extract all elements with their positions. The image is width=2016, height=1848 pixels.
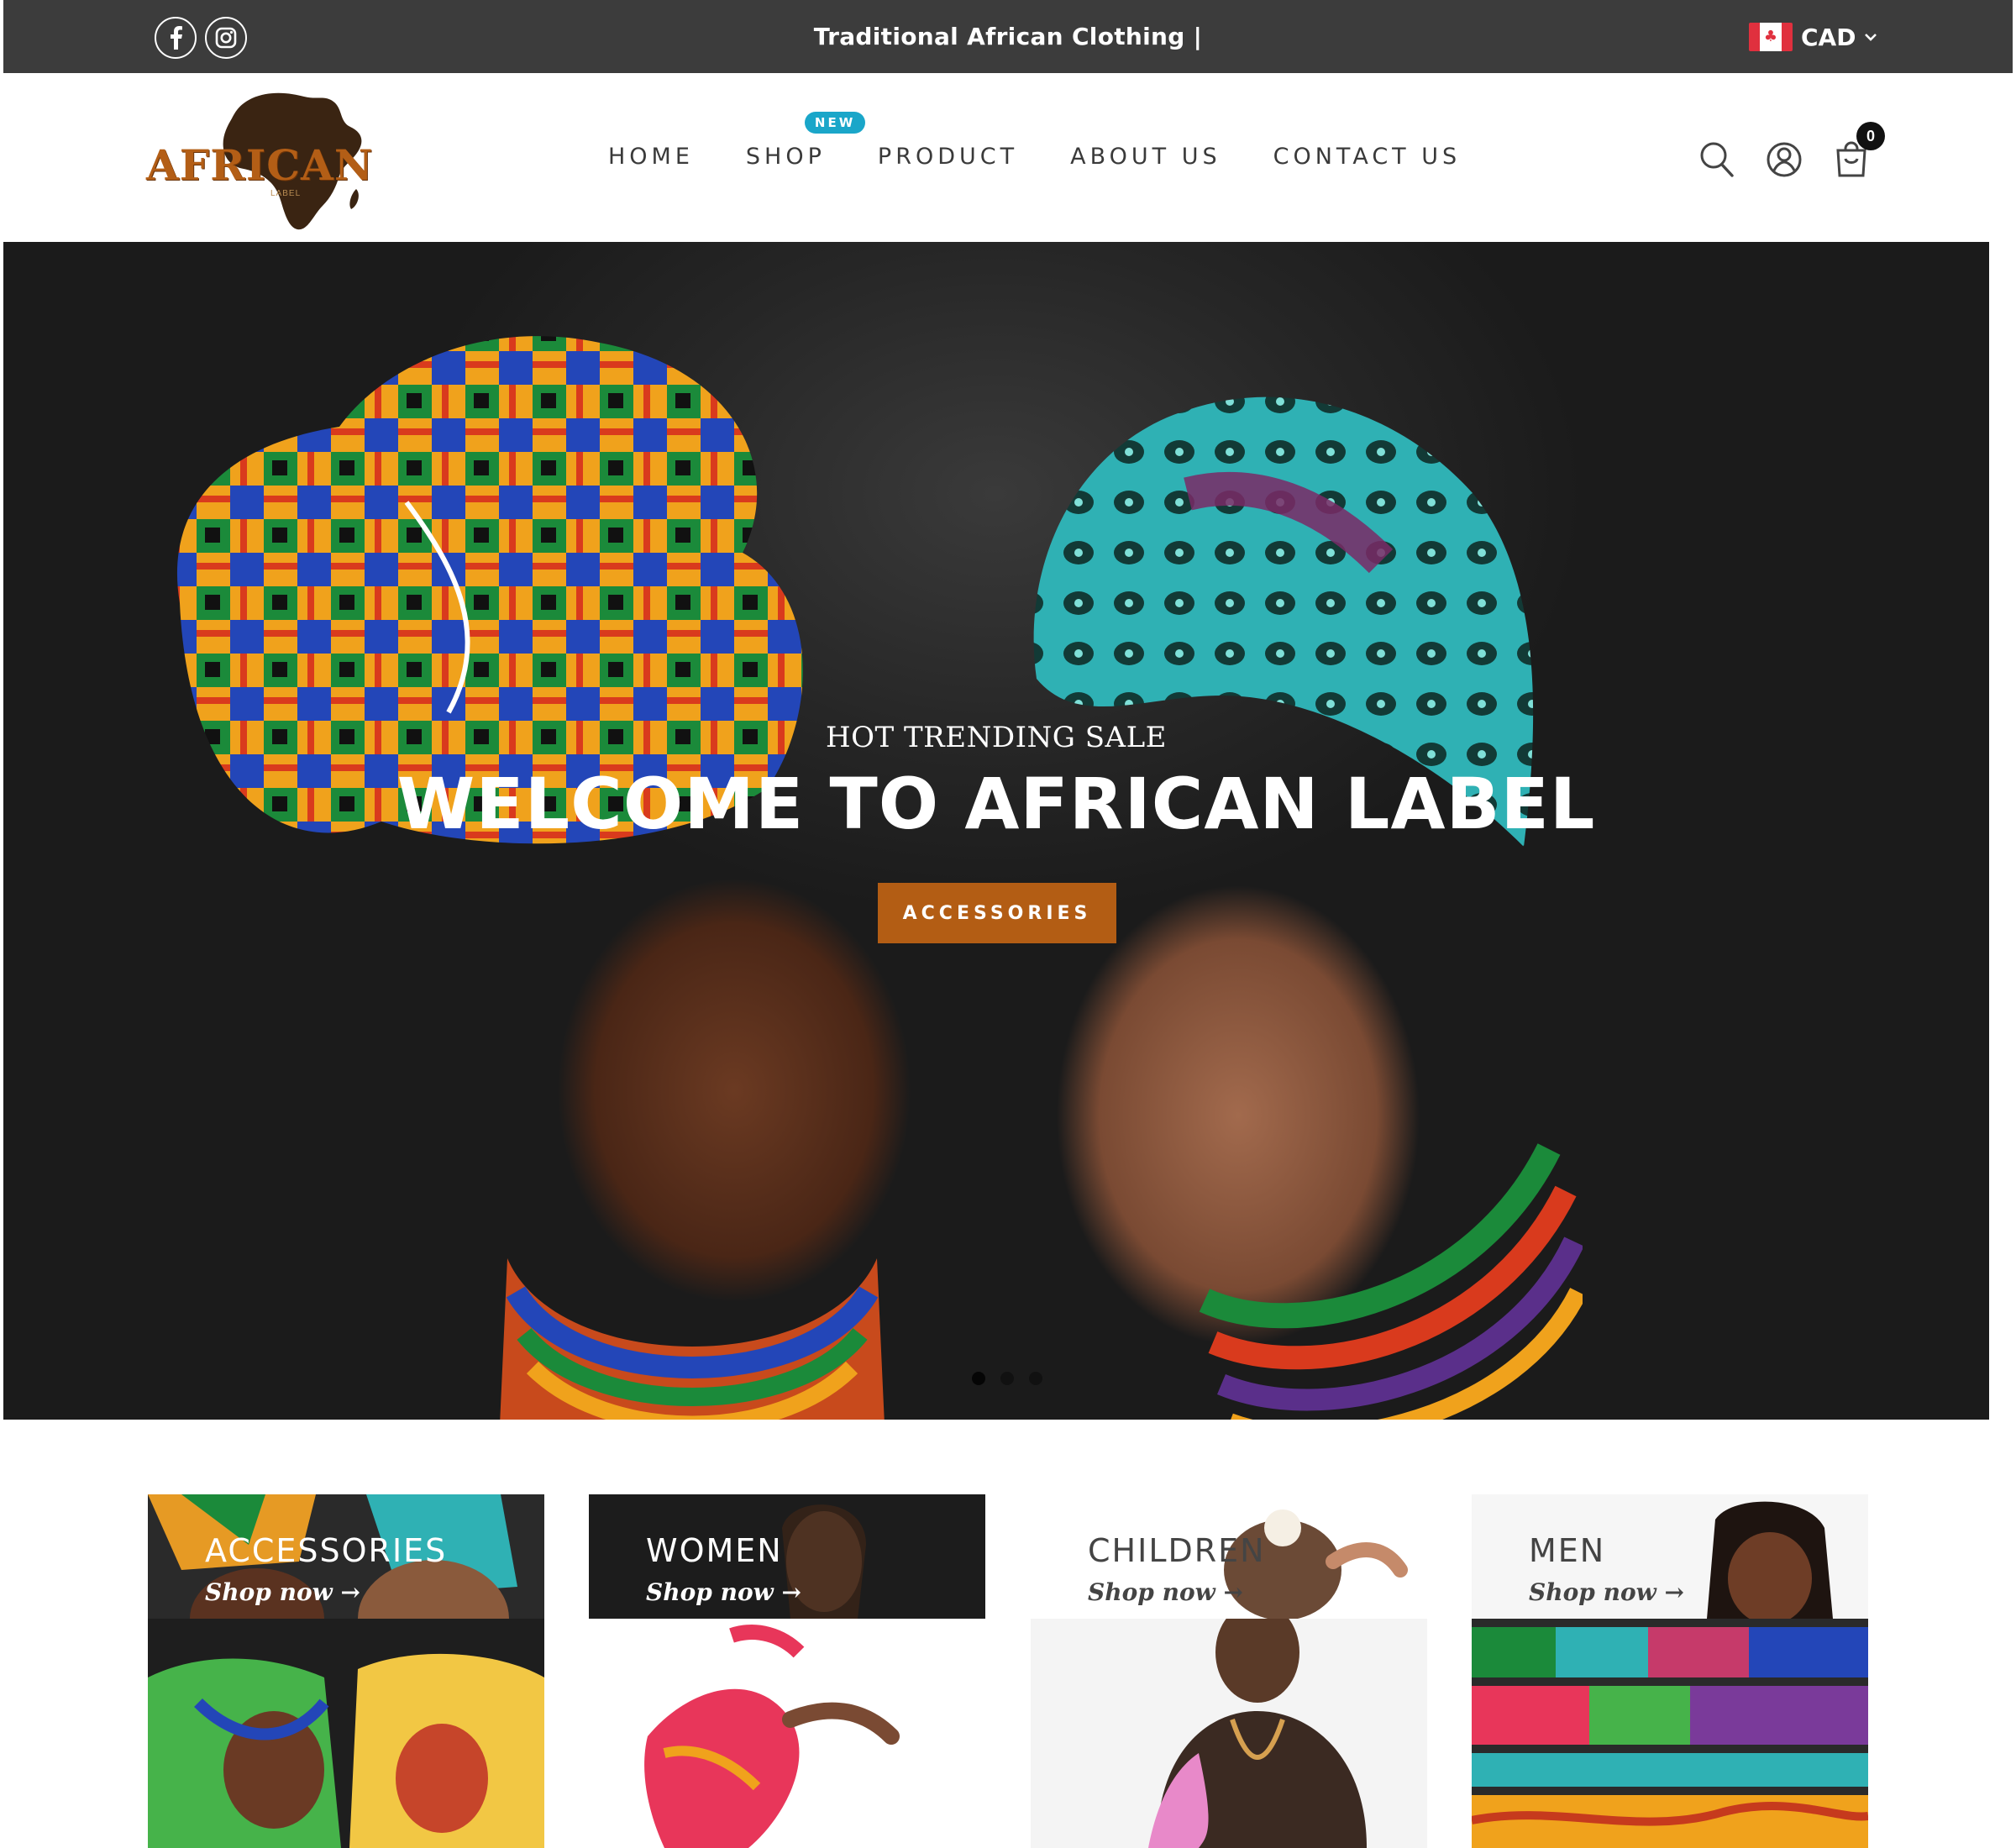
hero-title: WELCOME TO AFRICAN LABEL (396, 763, 1596, 845)
top-bar: Traditional African Clothing | ♣ CAD (3, 0, 2013, 73)
nav-shop-label: SHOP (745, 144, 826, 170)
account-icon[interactable] (1766, 140, 1803, 179)
shop-now-link[interactable]: Shop now → (1088, 1578, 1243, 1606)
nav-contact-us[interactable]: CONTACT US (1273, 144, 1462, 170)
slider-dot[interactable] (972, 1372, 985, 1385)
main-nav: HOME SHOP NEW PRODUCT ABOUT US CONTACT U… (608, 112, 1513, 170)
accessories-models-image (148, 1619, 544, 1848)
header-icons: 0 (1698, 122, 1885, 179)
new-badge: NEW (804, 112, 866, 134)
hero-subtitle: HOT TRENDING SALE (825, 721, 1167, 754)
hero-accessories-button[interactable]: ACCESSORIES (878, 883, 1116, 943)
cart-icon[interactable]: 0 (1833, 122, 1885, 179)
site-header: AFRICAN LABEL HOME SHOP NEW PRODUCT ABOU… (0, 73, 2016, 242)
nav-home[interactable]: HOME (608, 144, 694, 170)
logo-wordmark: AFRICAN (146, 140, 374, 190)
beaded-necklace-left-image (500, 1258, 885, 1420)
category-title: MEN (1529, 1532, 1606, 1569)
category-title: WOMEN (646, 1532, 783, 1569)
category-grid: ACCESSORIES Shop now → WOMEN Shop now → (148, 1494, 1868, 1848)
category-title: ACCESSORIES (205, 1532, 448, 1569)
chevron-down-icon (1865, 34, 1877, 41)
canada-flag-icon: ♣ (1749, 23, 1793, 51)
announcement-text: Traditional African Clothing | (813, 23, 1203, 50)
category-card-men[interactable]: MEN Shop now → (1472, 1494, 1868, 1848)
slider-dot[interactable] (1000, 1372, 1014, 1385)
men-fabrics-image (1472, 1619, 1868, 1848)
hero-slider[interactable]: HOT TRENDING SALE WELCOME TO AFRICAN LAB… (3, 242, 1989, 1420)
category-card-children[interactable]: CHILDREN Shop now → (1031, 1494, 1427, 1848)
children-model-image (1031, 1619, 1427, 1848)
search-icon[interactable] (1698, 140, 1735, 179)
logo-subtext: LABEL (270, 189, 302, 198)
currency-label: CAD (1801, 23, 1856, 51)
nav-about-us[interactable]: ABOUT US (1070, 144, 1221, 170)
category-card-accessories[interactable]: ACCESSORIES Shop now → (148, 1494, 544, 1848)
slider-dots (972, 1372, 1042, 1385)
cart-count-badge: 0 (1856, 122, 1885, 150)
nav-shop[interactable]: SHOP NEW (745, 112, 866, 170)
women-dancer-image (589, 1619, 985, 1848)
shop-now-link[interactable]: Shop now → (646, 1578, 801, 1606)
shop-now-link[interactable]: Shop now → (205, 1578, 360, 1606)
slider-dot[interactable] (1029, 1372, 1042, 1385)
category-card-women[interactable]: WOMEN Shop now → (589, 1494, 985, 1848)
nav-product[interactable]: PRODUCT (878, 144, 1018, 170)
currency-selector[interactable]: ♣ CAD (1749, 20, 1877, 54)
site-logo[interactable]: AFRICAN LABEL (144, 88, 396, 231)
beaded-necklace-right-image (1199, 1143, 1583, 1420)
category-title: CHILDREN (1088, 1532, 1266, 1569)
shop-now-link[interactable]: Shop now → (1529, 1578, 1684, 1606)
